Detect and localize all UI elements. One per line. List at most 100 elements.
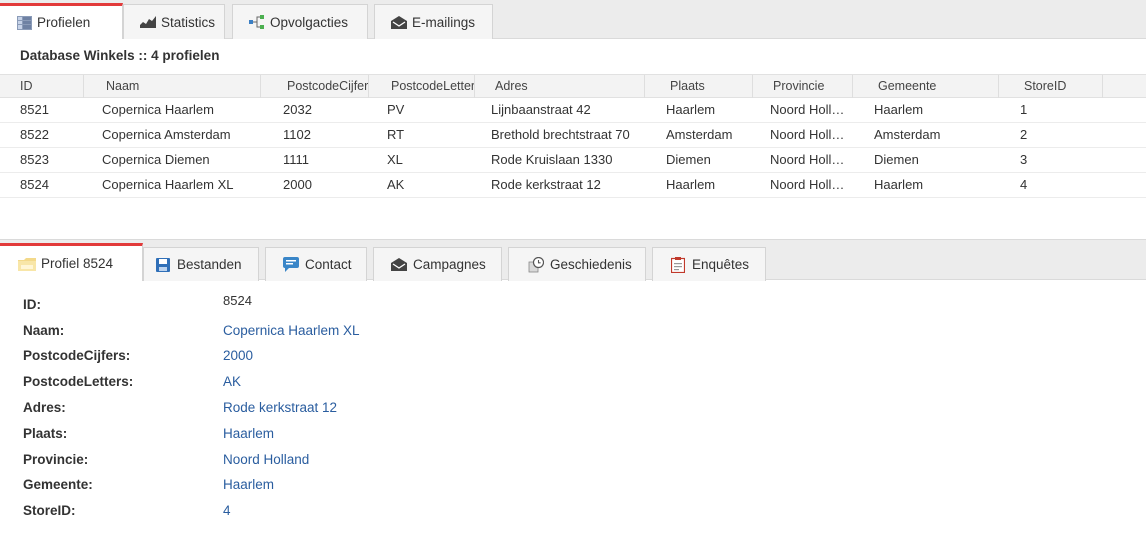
column-header-provincie[interactable]: Provincie [753,75,853,98]
field-label-storeid: StoreID: [23,503,76,518]
envelope-icon [390,257,408,273]
tab-label: Geschiedenis [550,257,632,272]
field-value-gemeente[interactable]: Haarlem [223,477,274,492]
workflow-icon [249,15,265,29]
table-row[interactable]: 8522 Copernica Amsterdam 1102 RT Brethol… [0,123,1146,148]
cell-id: 8523 [20,152,49,167]
cell-naam: Copernica Diemen [102,152,210,167]
column-header-storeid[interactable]: StoreID [999,75,1103,98]
cell-gemeente: Haarlem [874,102,924,117]
tab-label: Campagnes [413,257,486,272]
cell-adres: Brethold brechtstraat 70 [491,127,630,142]
save-icon [154,257,172,273]
column-header-adres[interactable]: Adres [475,75,645,98]
table-row[interactable]: 8521 Copernica Haarlem 2032 PV Lijnbaans… [0,98,1146,123]
clipboard-icon [669,256,687,273]
tab-label: Contact [305,257,352,272]
profiles-grid: ID Naam PostcodeCijfers PostcodeLetters … [0,74,1146,198]
cell-adres: Rode Kruislaan 1330 [491,152,613,167]
tab-statistics[interactable]: Statistics [123,4,225,39]
cell-id: 8524 [20,177,49,192]
cell-provincie: Noord Holland [770,152,850,167]
tab-profielen[interactable]: Profielen [0,3,123,39]
cell-id: 8522 [20,127,49,142]
tab-opvolgacties[interactable]: Opvolgacties [232,4,368,39]
field-label-postcodeletters: PostcodeLetters: [23,374,134,389]
column-header-id[interactable]: ID [0,75,84,98]
profile-details: ID: 8524 Naam: Copernica Haarlem XL Post… [0,281,1146,546]
cell-plaats: Amsterdam [666,127,733,142]
column-header-gemeente[interactable]: Gemeente [853,75,999,98]
column-header-plaats[interactable]: Plaats [645,75,753,98]
table-row[interactable]: 8524 Copernica Haarlem XL 2000 AK Rode k… [0,173,1146,198]
cell-plaats: Diemen [666,152,711,167]
tab-e-mailings[interactable]: E-mailings [374,4,493,39]
field-label-provincie: Provincie: [23,452,89,467]
top-tab-bar: Profielen Statistics Opvolgacties E-mail… [0,0,1146,39]
cell-postcodeletters: PV [387,102,405,117]
table-row[interactable]: 8523 Copernica Diemen 1111 XL Rode Kruis… [0,148,1146,173]
cell-storeid: 3 [1020,152,1028,167]
cell-storeid: 1 [1020,102,1028,117]
tab-campagnes[interactable]: Campagnes [373,247,502,281]
envelope-icon [391,15,407,29]
field-value-adres[interactable]: Rode kerkstraat 12 [223,400,337,415]
chat-bubble-icon [282,257,300,273]
grid-icon [16,15,32,30]
cell-storeid: 4 [1020,177,1028,192]
cell-plaats: Haarlem [666,177,716,192]
tab-label: Profielen [37,15,91,30]
cell-plaats: Haarlem [666,102,716,117]
tab-label: Statistics [161,14,216,30]
tab-contact[interactable]: Contact [265,247,367,281]
field-label-naam: Naam: [23,323,65,338]
grid-header: ID Naam PostcodeCijfers PostcodeLetters … [0,74,1146,98]
field-value-plaats[interactable]: Haarlem [223,426,274,441]
tab-label: Opvolgacties [270,14,349,30]
field-value-storeid[interactable]: 4 [223,503,231,518]
field-label-id: ID: [23,297,41,312]
field-label-postcodecijfers: PostcodeCijfers: [23,348,131,363]
field-value-naam[interactable]: Copernica Haarlem XL [223,323,360,338]
column-header-naam[interactable]: Naam [84,75,261,98]
cell-naam: Copernica Amsterdam [102,127,231,142]
field-value-provincie[interactable]: Noord Holland [223,452,309,467]
field-label-plaats: Plaats: [23,426,68,441]
tab-bestanden[interactable]: Bestanden [143,247,259,281]
field-label-gemeente: Gemeente: [23,477,93,492]
cell-provincie: Noord Holland [770,127,850,142]
cell-postcodeletters: AK [387,177,405,192]
cell-provincie: Noord Holland [770,177,850,192]
tab-geschiedenis[interactable]: Geschiedenis [508,247,646,281]
cell-gemeente: Haarlem [874,177,924,192]
tab-enquetes[interactable]: Enquêtes [652,247,766,281]
chart-icon [140,15,156,29]
cell-adres: Lijnbaanstraat 42 [491,102,591,117]
cell-provincie: Noord Holland [770,102,850,117]
column-header-postcodeletters[interactable]: PostcodeLetters [369,75,475,98]
tab-label: Enquêtes [692,257,750,272]
database-title: Database Winkels :: 4 profielen [20,48,220,63]
cell-naam: Copernica Haarlem [102,102,214,117]
field-value-id: 8524 [223,293,252,308]
column-header-postcodecijfers[interactable]: PostcodeCijfers [261,75,369,98]
tab-label: Bestanden [177,257,242,272]
cell-postcodeletters: XL [387,152,403,167]
detail-tab-bar: Profiel 8524 Bestanden Contact Campagnes… [0,239,1146,281]
cell-postcodecijfers: 1111 [283,152,310,167]
cell-postcodecijfers: 1102 [283,127,311,142]
cell-postcodecijfers: 2032 [283,102,312,117]
cell-postcodeletters: RT [387,127,405,142]
cell-adres: Rode kerkstraat 12 [491,177,601,192]
tab-label: E-mailings [412,14,476,30]
cell-naam: Copernica Haarlem XL [102,177,234,192]
tab-profiel[interactable]: Profiel 8524 [0,243,143,281]
field-value-postcodeletters[interactable]: AK [223,374,241,389]
tab-label: Profiel 8524 [41,256,114,271]
profile-card-icon [18,256,36,272]
field-value-postcodecijfers[interactable]: 2000 [223,348,253,363]
cell-gemeente: Diemen [874,152,919,167]
cell-postcodecijfers: 2000 [283,177,312,192]
cell-id: 8521 [20,102,49,117]
field-label-adres: Adres: [23,400,66,415]
